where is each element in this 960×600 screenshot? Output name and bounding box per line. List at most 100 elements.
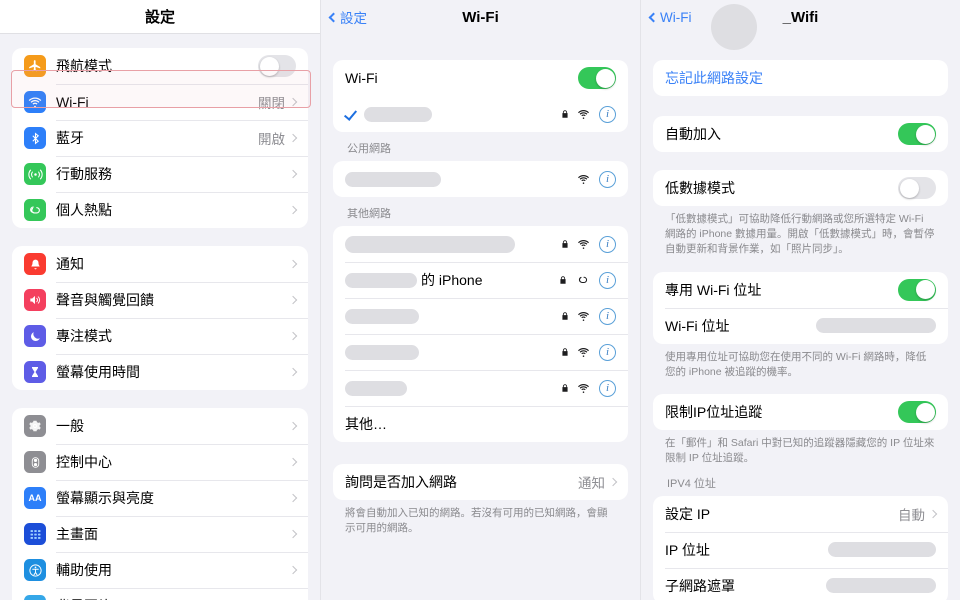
wifi-signal-icon (577, 311, 590, 322)
forget-network-row[interactable]: 忘記此網路設定 (653, 60, 948, 96)
private-wifi-toggle[interactable] (898, 278, 936, 301)
network-info-button[interactable]: i (599, 271, 616, 289)
other-network-row[interactable]: i (333, 226, 628, 262)
airplane-icon (24, 55, 46, 77)
low-data-toggle[interactable] (898, 177, 936, 199)
chevron-right-icon (288, 169, 298, 179)
back-label: 設定 (340, 11, 367, 26)
sidebar-item-general[interactable]: 一般 (12, 408, 308, 444)
display-aa-icon: AA (24, 487, 46, 509)
chevron-right-icon (288, 565, 298, 575)
auto-join-row[interactable]: 自動加入 (653, 116, 948, 152)
chevron-right-icon (288, 457, 298, 467)
network-info-button[interactable]: i (599, 379, 616, 397)
lock-icon (560, 238, 570, 250)
page-title: 設定 (144, 9, 175, 26)
chevron-right-icon (288, 97, 298, 107)
network-info-button[interactable]: i (599, 307, 616, 325)
wifi-signal-icon (577, 347, 590, 358)
bluetooth-status-value: 開啟 (258, 132, 285, 147)
private-wifi-address-row[interactable]: 專用 Wi-Fi 位址 (653, 272, 948, 308)
network-name-redacted (345, 272, 417, 288)
ask-to-join-row[interactable]: 詢問是否加入網路 通知 (333, 464, 628, 500)
wifi-address-row: Wi-Fi 位址 (653, 307, 948, 344)
sidebar-item-notifications[interactable]: 通知 (12, 246, 308, 282)
chevron-right-icon (288, 367, 298, 377)
sidebar-item-wallpaper[interactable]: 背景圖片 (12, 588, 308, 600)
network-info-button[interactable]: i (599, 105, 616, 123)
lock-icon (560, 346, 570, 358)
limit-ip-group: 限制IP位址追蹤 (653, 394, 948, 431)
accessibility-icon (24, 559, 46, 581)
hotspot-link-icon (575, 274, 590, 286)
chevron-right-icon (288, 529, 298, 539)
sidebar-item-control-center[interactable]: 控制中心 (12, 444, 308, 480)
network-info-button[interactable]: i (599, 343, 616, 361)
bluetooth-icon (24, 127, 46, 149)
sidebar-item-airplane-mode[interactable]: 飛航模式 (12, 48, 308, 84)
sidebar-item-wifi[interactable]: Wi-Fi 關閉 (12, 84, 308, 120)
private-address-footnote: 使用專用位址可協助您在使用不同的 Wi-Fi 網路時，降低您的 iPhone 被… (665, 350, 927, 378)
configure-ip-row[interactable]: 設定 IP 自動 (653, 496, 948, 532)
sidebar-item-label: 飛航模式 (56, 58, 112, 74)
ask-to-join-footnote: 將會自動加入已知的網路。若沒有可用的已知網路，會顯示可用的網路。 (345, 507, 608, 535)
sidebar-item-label: 藍牙 (56, 130, 84, 146)
sidebar-item-display-brightness[interactable]: AA 螢幕顯示與亮度 (12, 480, 308, 516)
three-panel-screenshot: 設定 飛航模式 Wi-Fi 關閉 藍牙 開啟 行動服務 個人熱點 通知 聲音與觸… (0, 0, 960, 600)
other-network-row[interactable]: i (333, 370, 628, 406)
network-info-button[interactable]: i (599, 170, 616, 188)
forget-network-label: 忘記此網路設定 (665, 70, 763, 86)
sidebar-item-label: 個人熱點 (56, 202, 112, 218)
network-name-redacted (345, 344, 419, 360)
ask-to-join-value: 通知 (578, 476, 605, 491)
chevron-right-icon (288, 259, 298, 269)
ask-to-join-label: 詢問是否加入網路 (345, 474, 457, 490)
chevron-right-icon (288, 205, 298, 215)
network-name-redacted (345, 380, 407, 396)
other-network-row[interactable]: 的 iPhone i (333, 262, 628, 298)
sidebar-item-accessibility[interactable]: 輔助使用 (12, 552, 308, 588)
wifi-signal-icon (577, 174, 590, 185)
other-network-option-row[interactable]: 其他… (333, 406, 628, 442)
chevron-left-icon (328, 12, 339, 22)
wifi-signal-icon (577, 109, 590, 120)
gear-icon (24, 415, 46, 437)
detail-navbar: Wi-Fi _Wifi (641, 0, 960, 50)
ip-address-label: IP 位址 (665, 541, 710, 558)
low-data-label: 低數據模式 (665, 180, 735, 196)
auto-join-toggle[interactable] (898, 123, 936, 145)
sidebar-item-bluetooth[interactable]: 藍牙 開啟 (12, 120, 308, 156)
sidebar-item-focus[interactable]: 專注模式 (12, 318, 308, 354)
ipv4-header: IPV4 位址 (667, 477, 716, 490)
connected-network-row[interactable]: i (333, 96, 628, 132)
network-info-button[interactable]: i (599, 235, 616, 253)
sidebar-item-screen-time[interactable]: 螢幕使用時間 (12, 354, 308, 390)
ip-address-value-redacted (828, 542, 936, 558)
wifi-toggle-row[interactable]: Wi-Fi (333, 60, 628, 96)
moon-icon (24, 325, 46, 347)
sidebar-item-sounds-haptics[interactable]: 聲音與觸覺回饋 (12, 282, 308, 318)
sidebar-item-label: 螢幕使用時間 (56, 364, 140, 380)
limit-ip-row[interactable]: 限制IP位址追蹤 (653, 394, 948, 430)
limit-ip-toggle[interactable] (898, 401, 936, 424)
network-name-suffix: 的 iPhone (421, 272, 483, 288)
low-data-row[interactable]: 低數據模式 (653, 170, 948, 206)
airplane-mode-toggle[interactable] (258, 55, 296, 77)
other-network-row[interactable]: i (333, 334, 628, 370)
settings-group-connectivity: 飛航模式 Wi-Fi 關閉 藍牙 開啟 行動服務 個人熱點 (12, 48, 308, 228)
sidebar-item-hotspot[interactable]: 個人熱點 (12, 192, 308, 228)
auto-join-group: 自動加入 (653, 116, 948, 152)
chevron-right-icon (608, 477, 618, 487)
back-to-settings-button[interactable]: 設定 (328, 7, 367, 27)
control-center-icon (24, 451, 46, 473)
wifi-toggle[interactable] (578, 67, 616, 89)
other-network-row[interactable]: i (333, 298, 628, 334)
network-name-redacted (345, 171, 441, 187)
sidebar-item-home-screen[interactable]: 主畫面 (12, 516, 308, 552)
chevron-right-icon (288, 295, 298, 305)
private-wifi-label: 專用 Wi-Fi 位址 (665, 281, 762, 298)
public-network-row[interactable]: i (333, 161, 628, 197)
sidebar-item-cellular[interactable]: 行動服務 (12, 156, 308, 192)
wallpaper-icon (24, 595, 46, 600)
low-data-group: 低數據模式 (653, 170, 948, 206)
